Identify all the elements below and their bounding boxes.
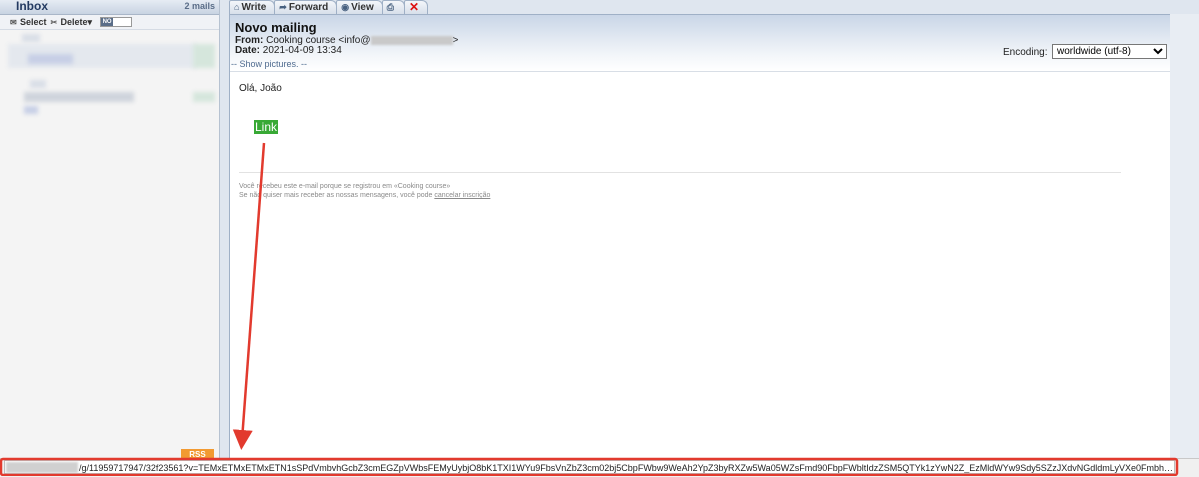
tab-view[interactable]: ◉ View xyxy=(336,0,383,14)
toggle-label: NO xyxy=(101,18,114,26)
footer-line-1: Você recebeu este e-mail porque se regis… xyxy=(239,183,451,190)
inbox-mail-count: 2 mails xyxy=(184,1,215,11)
message-header: Novo mailing From: Cooking course <info@… xyxy=(230,15,1170,72)
inbox-toolbar: ✉ Select ✂ Delete▾ NO xyxy=(0,15,219,30)
unsubscribe-link[interactable]: cancelar inscrição xyxy=(434,192,490,199)
inbox-panel: Inbox 2 mails ✉ Select ✂ Delete▾ NO RSS xyxy=(0,0,220,460)
greeting-text: Olá, João xyxy=(239,83,282,94)
eye-icon: ◉ xyxy=(341,2,350,12)
redacted-url-prefix xyxy=(6,462,78,473)
footer-line-2: Se não quiser mais receber as nossas men… xyxy=(239,192,490,199)
tab-label: Write xyxy=(241,2,267,13)
list-item[interactable] xyxy=(0,30,219,70)
close-icon: ✕ xyxy=(408,0,419,14)
footer-divider xyxy=(239,172,1121,173)
message-date: Date: 2021-04-09 13:34 xyxy=(235,45,342,56)
message-panel: Novo mailing From: Cooking course <info@… xyxy=(229,14,1171,462)
footer-line-2-text: Se não quiser mais receber as nossas men… xyxy=(239,192,433,199)
chevron-down-icon: ▾ xyxy=(87,16,93,27)
delete-button[interactable]: ✂ Delete▾ xyxy=(51,17,93,28)
date-label: Date: xyxy=(235,45,261,56)
right-scroll-area xyxy=(1170,14,1199,460)
house-icon: ⌂ xyxy=(234,2,240,12)
scissors-icon: ✂ xyxy=(50,17,58,27)
delete-label: Delete xyxy=(60,16,88,27)
forward-icon: ➦ xyxy=(279,2,287,12)
status-bar: /g/11959717947/32f23561?v=TEMxETMxETMxET… xyxy=(0,458,1199,477)
show-pictures-link[interactable]: -- Show pictures. -- xyxy=(231,59,307,69)
select-label: Select xyxy=(20,17,47,27)
toggle-switch[interactable]: NO xyxy=(100,17,133,27)
list-item[interactable] xyxy=(0,76,219,116)
print-icon: ⎙ xyxy=(386,2,394,12)
message-subject: Novo mailing xyxy=(235,20,317,35)
tab-write[interactable]: ⌂ Write xyxy=(229,0,276,14)
tab-bar: ⌂ Write ➦ Forward ◉ View ⎙ ✕ xyxy=(229,0,428,14)
select-button[interactable]: ✉ Select xyxy=(10,17,47,27)
tab-label: Forward xyxy=(288,2,329,13)
tab-forward[interactable]: ➦ Forward xyxy=(274,0,338,14)
link-button[interactable]: Link xyxy=(254,120,279,134)
tab-label: View xyxy=(351,2,374,13)
status-url: /g/11959717947/32f23561?v=TEMxETMxETMxET… xyxy=(4,460,1175,474)
inbox-header: Inbox 2 mails xyxy=(0,0,219,15)
encoding-select[interactable]: worldwide (utf-8) xyxy=(1052,44,1167,59)
redacted-email xyxy=(370,35,453,45)
tab-print[interactable]: ⎙ xyxy=(381,0,405,14)
date-value: 2021-04-09 13:34 xyxy=(262,45,342,56)
tab-close[interactable]: ✕ xyxy=(403,0,428,14)
from-close: > xyxy=(452,35,459,46)
inbox-title: Inbox xyxy=(16,0,48,13)
envelope-icon: ✉ xyxy=(10,18,17,27)
encoding-label: Encoding: xyxy=(1003,47,1048,58)
message-body: Olá, João Link Você recebeu este e-mail … xyxy=(230,72,1170,460)
